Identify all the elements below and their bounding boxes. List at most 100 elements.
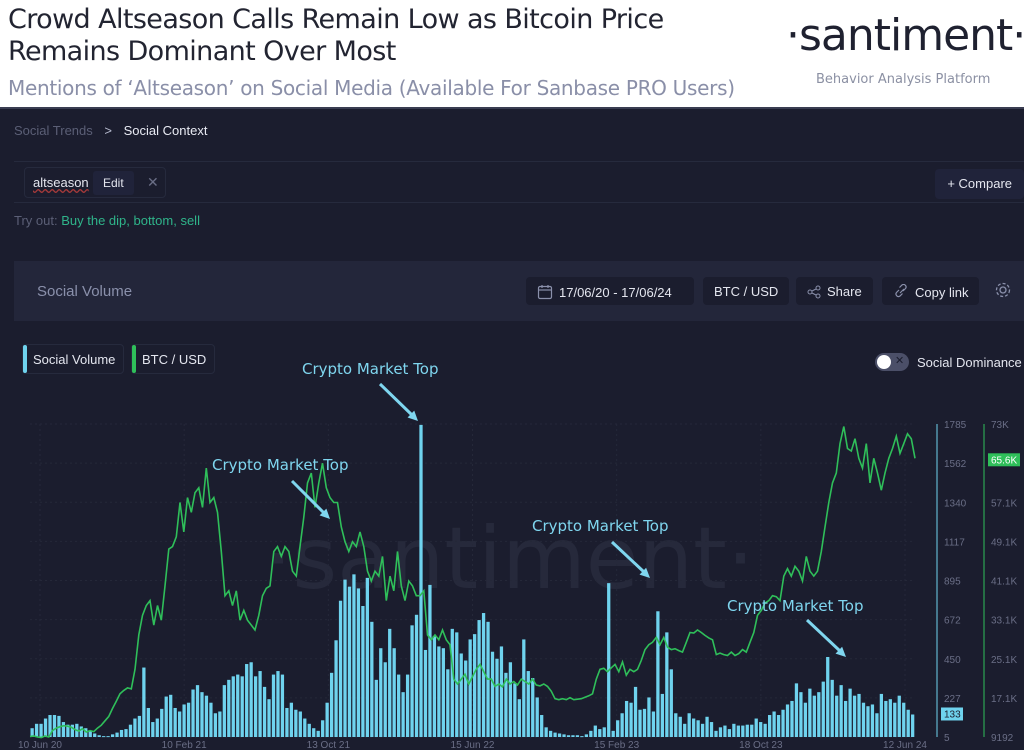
social-volume-bar [178, 711, 182, 737]
y-right-tick-label: 25.1K [991, 655, 1017, 666]
social-volume-bar [432, 635, 437, 737]
social-volume-bar [361, 605, 365, 737]
y-left-tick-label: 1117 [944, 537, 965, 548]
annotation-label: Crypto Market Top [212, 456, 349, 474]
social-volume-bar [781, 709, 785, 737]
y-left-tick-label: 227 [944, 694, 961, 705]
social-volume-bar [468, 639, 472, 737]
y-right-tick-label: 17.1K [991, 694, 1017, 705]
social-volume-bar [535, 697, 539, 737]
social-volume-bar [763, 723, 767, 737]
social-volume-bar [370, 621, 374, 737]
social-volume-bar [231, 676, 235, 737]
social-volume-bar [115, 732, 119, 737]
social-volume-bar [61, 722, 66, 737]
social-volume-bar [517, 699, 521, 737]
social-volume-bar [39, 723, 43, 737]
social-volume-bar [522, 639, 526, 737]
social-volume-bar [696, 720, 700, 737]
social-volume-bar [276, 671, 280, 737]
social-volume-bar [741, 725, 745, 737]
social-volume-bar [589, 730, 593, 737]
social-volume-bar [714, 730, 718, 737]
social-volume-bar [119, 729, 124, 737]
social-volume-bar [164, 696, 168, 737]
social-volume-bar [692, 718, 696, 737]
y-left-tick-label: 1785 [944, 420, 967, 431]
social-volume-bar [709, 722, 714, 737]
y-right-tick-label: 57.1K [991, 498, 1017, 509]
social-volume-bar [437, 646, 441, 737]
social-volume-bar [321, 720, 325, 737]
social-volume-bar [759, 722, 763, 737]
social-volume-bar [356, 588, 361, 737]
social-volume-bar [459, 653, 463, 737]
social-volume-bar [593, 725, 597, 737]
annotation-arrow-shaft [378, 382, 414, 417]
social-volume-bar [245, 664, 249, 737]
y-right-tick-label: 9192 [991, 733, 1014, 744]
social-volume-bar [906, 709, 910, 737]
social-volume-bar [137, 715, 142, 737]
social-volume-bar [902, 702, 906, 737]
social-volume-bar [566, 735, 571, 737]
social-volume-bar [267, 699, 271, 737]
social-volume-bar [186, 702, 191, 737]
social-volume-bar [911, 714, 915, 737]
social-volume-bar [562, 734, 566, 737]
social-volume-bar [151, 722, 155, 737]
social-volume-bar [182, 704, 186, 737]
social-volume-bar [884, 700, 888, 737]
social-volume-bar [727, 729, 732, 737]
social-volume-bar [607, 583, 611, 737]
social-volume-bar [200, 692, 204, 737]
social-volume-bar [106, 736, 110, 738]
social-volume-bar [861, 702, 866, 737]
social-volume-bar [718, 727, 723, 737]
y-left-tick-label: 450 [944, 655, 961, 666]
social-volume-bar [513, 683, 517, 737]
social-volume-bar [334, 640, 338, 737]
social-volume-bar [544, 727, 548, 737]
social-volume-bar [768, 715, 772, 737]
social-volume-bar [852, 695, 857, 737]
social-volume-bar [611, 730, 615, 737]
social-volume-bar [660, 693, 664, 737]
social-volume-bar [477, 620, 481, 737]
social-volume-bar [388, 628, 392, 737]
y-right-tick-label: 49.1K [991, 537, 1017, 548]
social-volume-bar [379, 648, 383, 737]
social-volume-bar [204, 695, 209, 737]
social-volume-bar [575, 735, 580, 737]
social-volume-bar [531, 678, 535, 737]
social-volume-bar [312, 728, 316, 737]
social-volume-bar [879, 693, 884, 737]
social-volume-bar [410, 625, 414, 737]
social-volume-bar [423, 649, 428, 737]
social-volume-bar [303, 718, 307, 737]
social-volume-bar [97, 735, 101, 737]
social-volume-bar [557, 733, 562, 737]
social-volume-bar [52, 715, 57, 737]
social-volume-bar [848, 688, 852, 737]
y-right-tick-label: 33.1K [991, 616, 1017, 627]
social-volume-chart: ·santiment· 5 227 450 672 895 1117 1340 1562 1785… [18, 360, 1020, 750]
social-volume-bar [776, 715, 781, 737]
social-volume-bar [812, 695, 816, 737]
social-volume-bar [298, 711, 302, 737]
x-tick-label: 15 Jun 22 [451, 740, 495, 750]
social-volume-bar [347, 586, 352, 737]
social-volume-bar [93, 733, 97, 737]
social-volume-bar [253, 676, 258, 737]
x-tick-label: 18 Oct 23 [739, 740, 783, 750]
social-volume-bar [173, 707, 177, 737]
social-volume-bar [289, 702, 294, 737]
social-volume-bar [736, 725, 740, 737]
social-volume-bar [647, 697, 651, 737]
social-volume-bar [329, 672, 334, 737]
social-volume-bar [213, 713, 218, 737]
social-volume-bar [222, 685, 226, 737]
social-volume-bar [732, 723, 736, 737]
social-volume-bar [584, 734, 589, 737]
social-volume-bar [540, 715, 544, 737]
